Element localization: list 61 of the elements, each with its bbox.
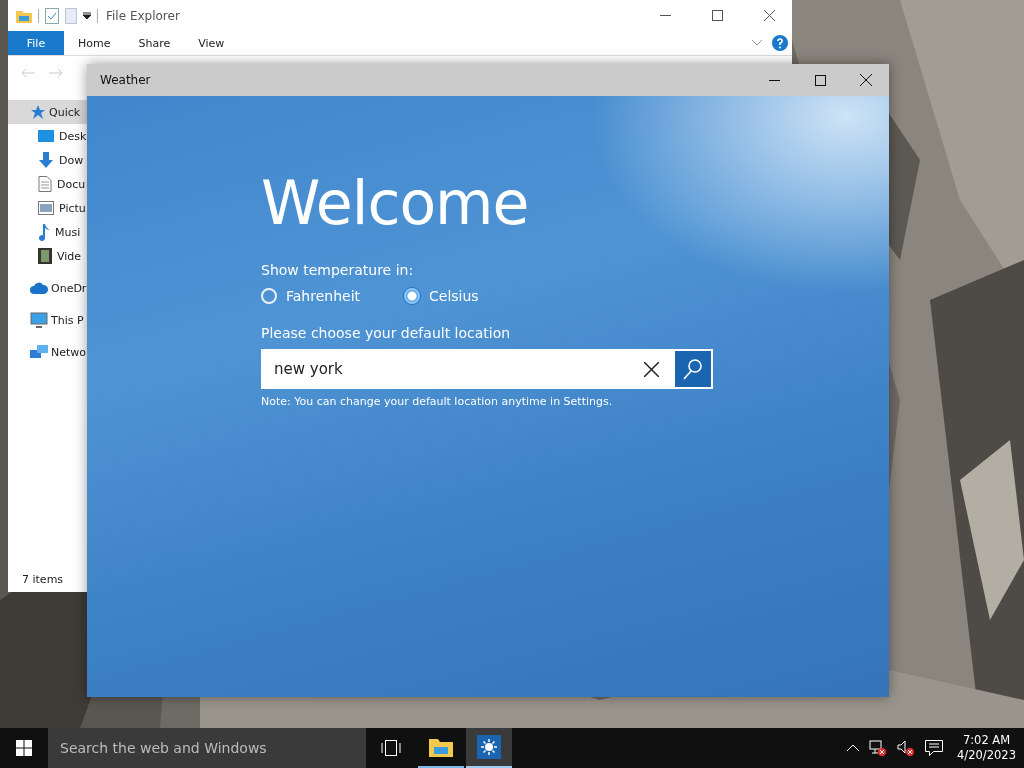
- close-icon[interactable]: [763, 10, 775, 21]
- clock-time[interactable]: 7:02 AM: [962, 733, 1011, 748]
- down-arrow-icon: [38, 152, 54, 168]
- search-button[interactable]: [675, 351, 711, 387]
- folder-icon[interactable]: [16, 8, 32, 23]
- minimize-icon[interactable]: [659, 15, 671, 16]
- nav-item[interactable]: OneDr: [8, 276, 87, 300]
- ribbon-tab[interactable]: Share: [124, 31, 185, 55]
- ribbon-tab[interactable]: View: [184, 31, 239, 55]
- search-icon: [682, 358, 704, 380]
- close-icon[interactable]: [860, 74, 872, 86]
- radio-label: Fahrenheit: [286, 288, 361, 304]
- welcome-heading: Welcome: [261, 168, 529, 238]
- cloud-icon: [30, 282, 48, 294]
- nav-item[interactable]: This P: [8, 308, 87, 332]
- nav-item[interactable]: Quick: [8, 100, 87, 124]
- desktop-icon: [38, 129, 54, 143]
- film-icon: [38, 248, 52, 264]
- muted-speaker-icon[interactable]: [897, 740, 916, 756]
- music-note-icon: [38, 223, 50, 241]
- nav-item[interactable]: Musi: [8, 220, 87, 244]
- location-search-field[interactable]: new york: [261, 349, 713, 389]
- radio-circle[interactable]: [404, 288, 421, 304]
- unit-label: Show temperature in:: [261, 262, 414, 278]
- chevron-down-icon[interactable]: [752, 40, 762, 46]
- nav-item[interactable]: Pictu: [8, 196, 87, 220]
- location-input[interactable]: new york: [263, 359, 628, 379]
- clear-icon[interactable]: [644, 361, 659, 377]
- document-icon: [38, 176, 52, 192]
- maximize-icon[interactable]: [711, 10, 723, 21]
- radio-label: Celsius: [429, 288, 479, 304]
- chevron-up-icon[interactable]: [847, 744, 860, 752]
- star-icon: [30, 104, 46, 120]
- windows-logo-icon: [16, 740, 32, 756]
- note-text: Note: You can change your default location anytime in Settings.: [261, 395, 613, 408]
- location-label: Please choose your default location: [261, 325, 511, 341]
- search-field[interactable]: Search the web and Windows: [48, 728, 366, 768]
- minimize-icon[interactable]: [768, 79, 780, 81]
- dropdown-icon[interactable]: [83, 11, 91, 20]
- clock-date[interactable]: 4/20/2023: [957, 748, 1016, 763]
- maximize-icon[interactable]: [814, 74, 826, 86]
- ribbon-tab[interactable]: Home: [64, 31, 125, 55]
- notification-icon[interactable]: [925, 740, 944, 756]
- monitor-icon: [30, 312, 48, 328]
- window-title: File Explorer: [106, 8, 181, 23]
- nav-item[interactable]: Docu: [8, 172, 87, 196]
- network-icon: [30, 344, 48, 360]
- checklist-icon[interactable]: [45, 7, 59, 24]
- folder-icon: [429, 737, 453, 757]
- window-title: Weather: [100, 73, 152, 87]
- task-view-icon: [381, 740, 401, 756]
- nav-item[interactable]: Dow: [8, 148, 87, 172]
- status-text: 7 items: [21, 573, 65, 588]
- nav-item[interactable]: Vide: [8, 244, 87, 268]
- image-icon: [38, 201, 54, 215]
- network-error-icon[interactable]: [869, 740, 888, 756]
- nav-item[interactable]: Netwo: [8, 340, 87, 364]
- help-icon[interactable]: [772, 35, 788, 51]
- taskbar-app-button[interactable]: [466, 728, 512, 768]
- sun-icon: [477, 735, 501, 759]
- nav-item[interactable]: Desk: [8, 124, 87, 148]
